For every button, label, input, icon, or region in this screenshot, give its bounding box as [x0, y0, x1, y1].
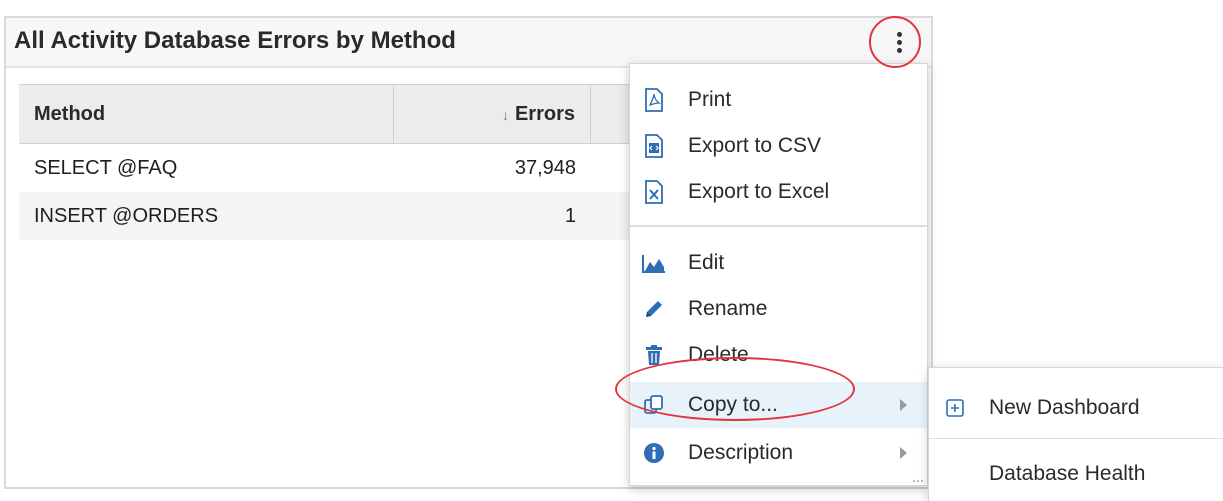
submenu-divider — [929, 438, 1223, 439]
submenu-item-database-health[interactable]: Database Health — [929, 450, 1223, 498]
menu-item-copy-to[interactable]: Copy to... — [630, 382, 927, 428]
widget-header: All Activity Database Errors by Method — [6, 18, 931, 68]
info-circle-icon — [642, 441, 666, 465]
trash-icon — [642, 343, 666, 367]
menu-item-label: Rename — [688, 297, 768, 320]
csv-file-icon — [642, 134, 666, 158]
chevron-right-icon — [900, 399, 907, 411]
menu-item-print[interactable]: Print — [630, 77, 927, 123]
area-chart-icon — [642, 251, 666, 275]
cell-errors: 37,948 — [514, 156, 576, 179]
submenu-item-label: New Dashboard — [989, 396, 1140, 419]
menu-item-edit[interactable]: Edit — [630, 240, 927, 286]
kebab-dot — [896, 39, 902, 45]
plus-square-icon — [943, 396, 967, 420]
copy-to-submenu: New Dashboard Database Health — [928, 367, 1223, 501]
submenu-item-new-dashboard[interactable]: New Dashboard — [929, 384, 1223, 432]
column-header-method[interactable]: Method — [19, 85, 394, 143]
menu-divider — [630, 225, 927, 227]
menu-item-description[interactable]: Description — [630, 430, 927, 476]
column-header-label: Method — [34, 103, 106, 125]
kebab-dot — [896, 47, 902, 53]
kebab-dot — [896, 31, 902, 37]
column-header-errors[interactable]: ↓ Errors — [394, 85, 591, 143]
cell-method: INSERT @ORDERS — [34, 204, 219, 227]
cell-method: SELECT @FAQ — [34, 156, 178, 179]
widget-context-menu: Print Export to CSV Export to Excel Edit — [629, 63, 928, 486]
chevron-right-icon — [900, 447, 907, 459]
pdf-file-icon — [642, 88, 666, 112]
widget-title: All Activity Database Errors by Method — [14, 27, 456, 54]
menu-item-rename[interactable]: Rename — [630, 286, 927, 332]
excel-file-icon — [642, 180, 666, 204]
screen: All Activity Database Errors by Method M… — [0, 0, 1223, 501]
pencil-icon — [642, 297, 666, 321]
menu-item-label: Export to Excel — [688, 180, 830, 203]
menu-item-label: Description — [688, 441, 794, 464]
more-options-button[interactable] — [886, 28, 912, 56]
menu-item-label: Print — [688, 88, 732, 111]
menu-item-label: Copy to... — [688, 393, 778, 416]
menu-item-export-excel[interactable]: Export to Excel — [630, 169, 927, 215]
copy-icon — [642, 393, 666, 417]
menu-item-delete[interactable]: Delete — [630, 332, 927, 378]
menu-item-label: Edit — [688, 251, 725, 274]
menu-item-export-csv[interactable]: Export to CSV — [630, 123, 927, 169]
column-header-label: Errors — [514, 103, 575, 125]
menu-item-label: Export to CSV — [688, 134, 822, 157]
sort-down-arrow-icon: ↓ — [501, 107, 509, 123]
resize-grip-icon — [913, 474, 923, 482]
menu-item-label: Delete — [688, 343, 749, 366]
submenu-item-label: Database Health — [989, 462, 1146, 485]
cell-errors: 1 — [564, 204, 576, 227]
